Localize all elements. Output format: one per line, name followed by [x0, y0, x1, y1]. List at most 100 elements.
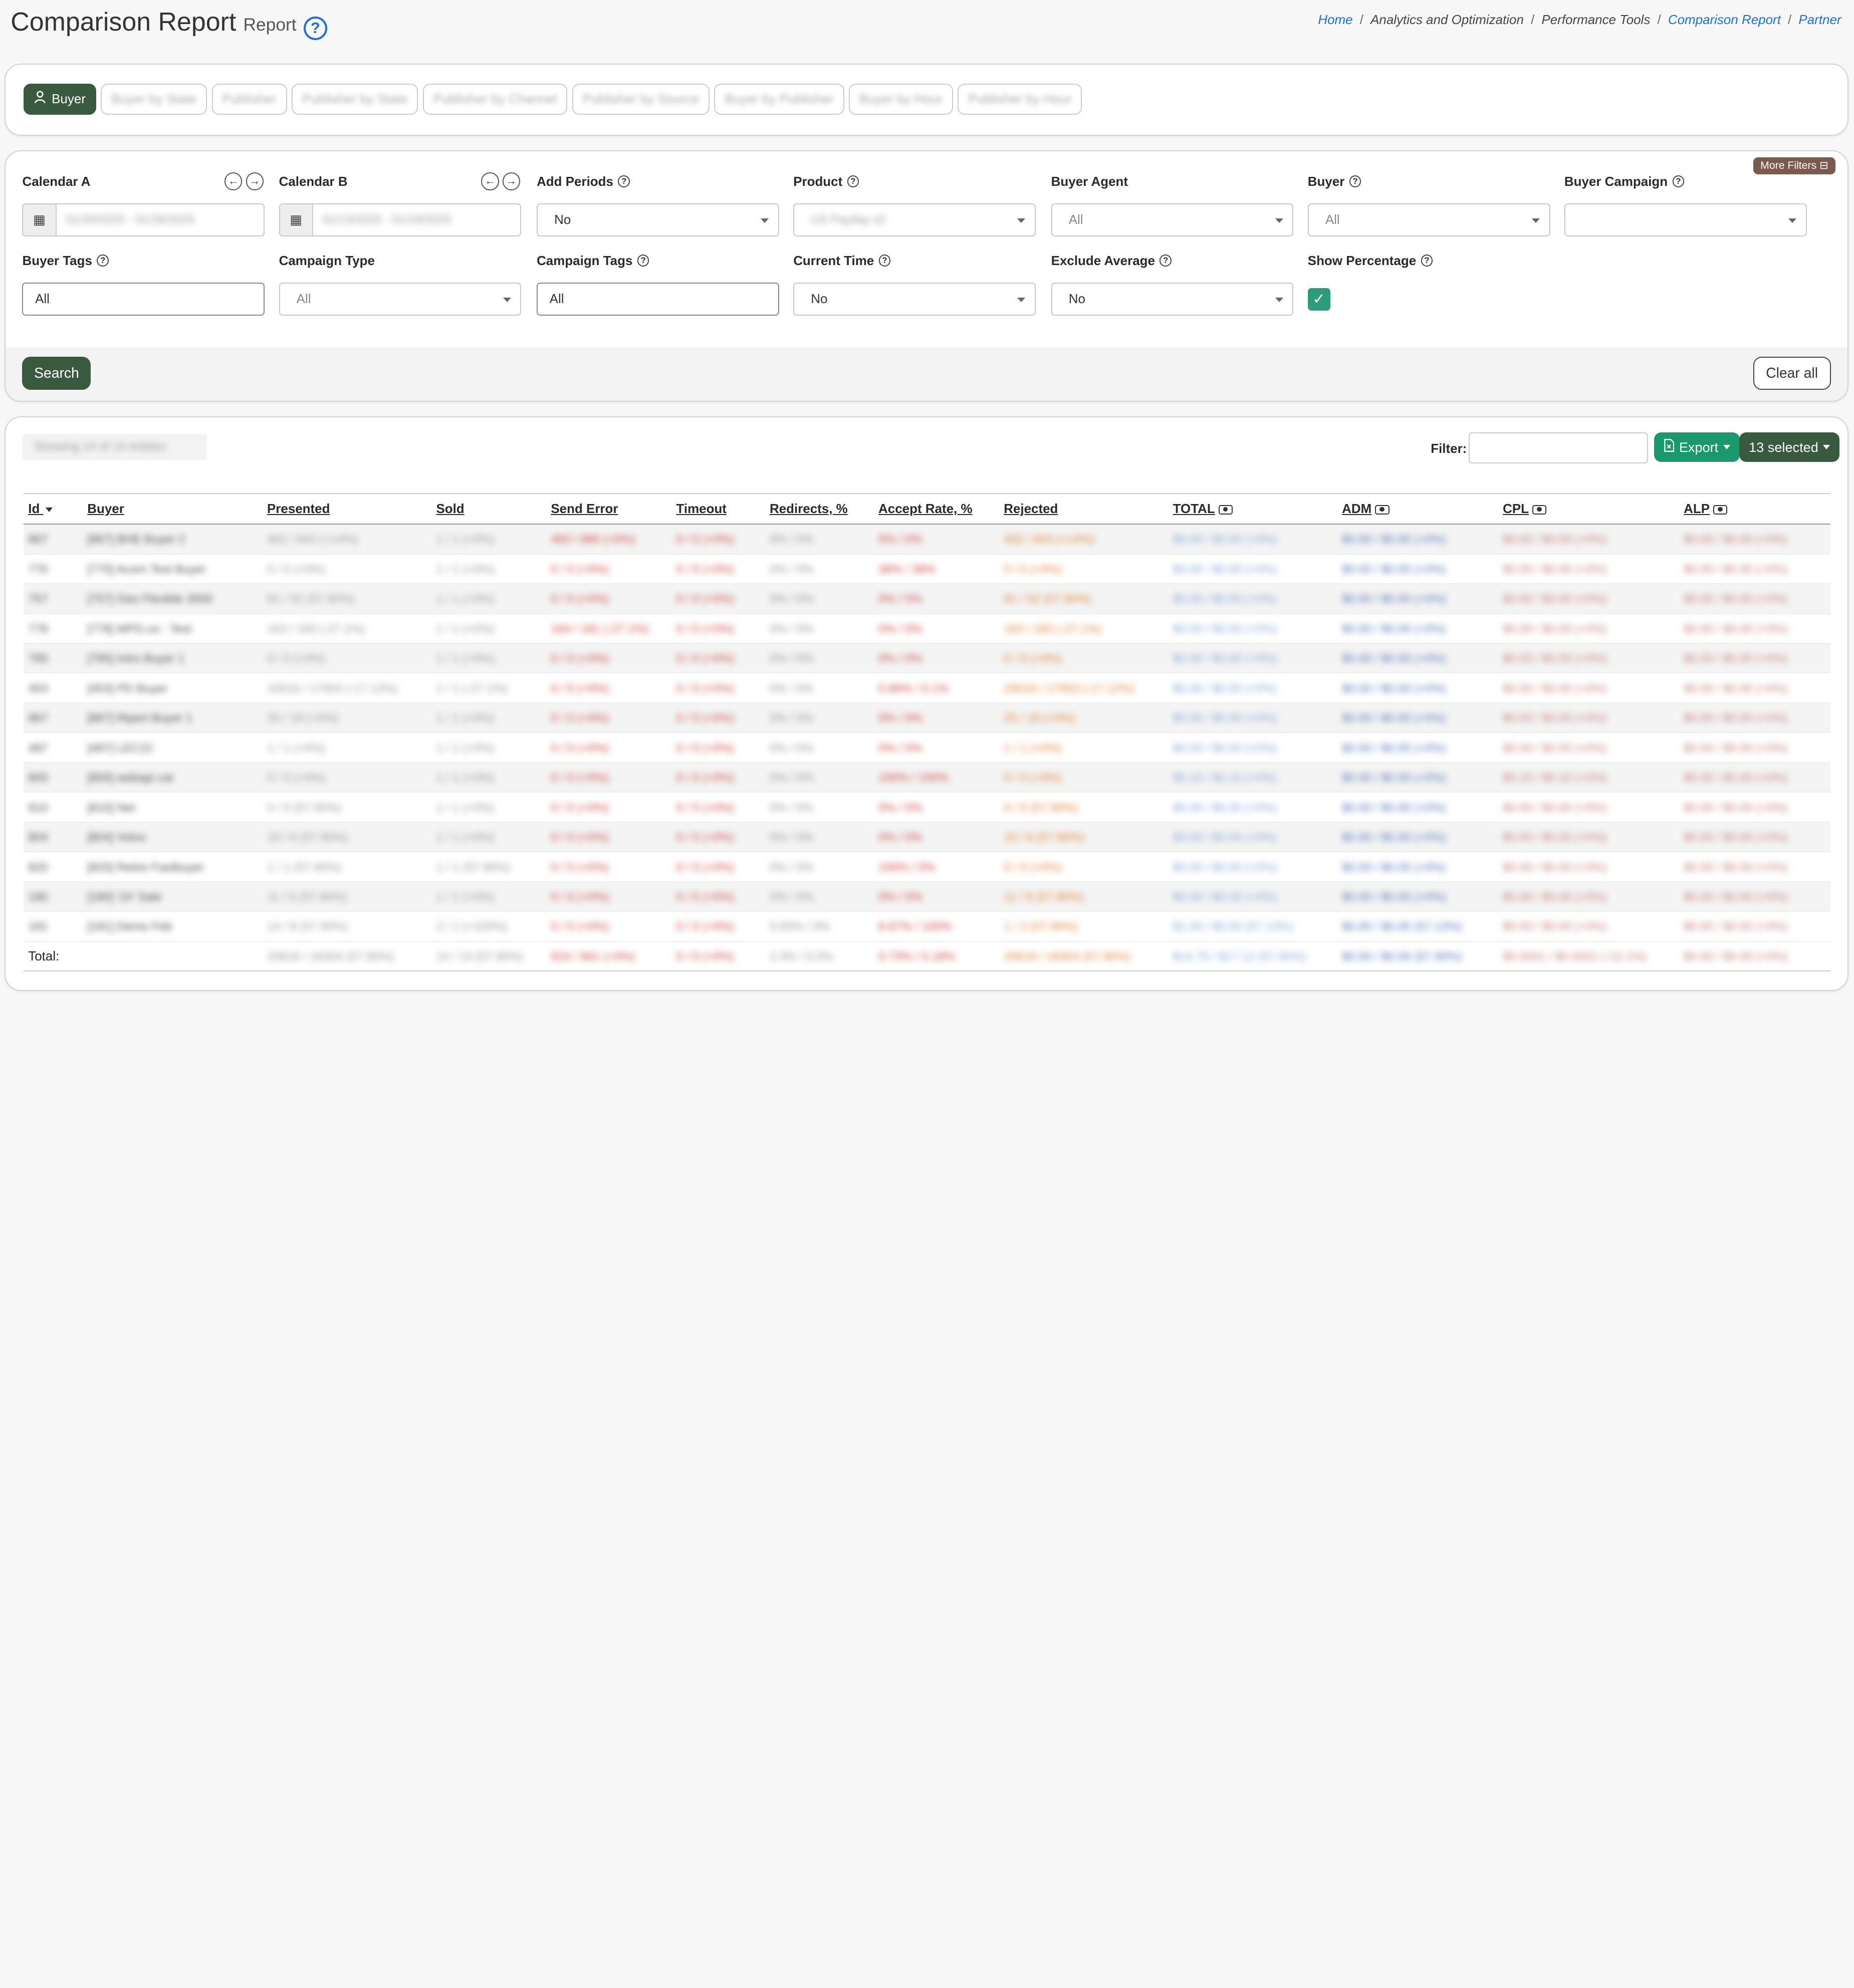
show-percentage-label: Show Percentage?	[1308, 253, 1433, 269]
tab-publisher-by-hour[interactable]: Publisher by Hour	[958, 84, 1082, 115]
tab-publisher[interactable]: Publisher	[211, 84, 287, 115]
column-header-presented[interactable]: Presented	[262, 492, 431, 525]
cell-cpl: $0.00 / $0.00 (+0%)	[1498, 702, 1679, 733]
tab-buyer[interactable]: Buyer	[23, 84, 96, 115]
column-header-id[interactable]: Id	[23, 492, 83, 525]
table-row[interactable]: 785 [785] Intro Buyer 1 0 / 0 (+0%) 1 / 1 (…	[23, 643, 1830, 674]
cell-redirects: 0% / 0%	[765, 792, 874, 823]
buyer-select[interactable]: All	[1307, 203, 1550, 236]
select-value: No	[554, 212, 571, 227]
arrow-right-icon[interactable]: →	[502, 172, 521, 190]
cell-value: 0% / 0%	[878, 831, 922, 844]
calendar-a-arrows: ← →	[224, 172, 264, 190]
table-row[interactable]: 181 [181] Demo Feb 14 / 8 (57.90%) 2 / 1 (+…	[23, 911, 1830, 942]
cell-value: $0.00 / $0.00 (+0%)	[1342, 681, 1446, 695]
total-value: $0.00 / $0.00 (57.90%)	[1342, 949, 1463, 963]
cell-value[interactable]: [820] Retire Fastbuyer	[87, 861, 204, 874]
cell-buyer: [770] Acorn Test Buyer	[82, 554, 263, 585]
show-percentage-checkbox[interactable]: ✓	[1307, 288, 1330, 311]
table-row[interactable]: 820 [820] Retire Fastbuyer 1 / 1 (57.90%) 1…	[23, 852, 1830, 882]
cell-value[interactable]: [800] webapi cat	[87, 771, 173, 784]
cell-value[interactable]: [453] PD Buyer	[87, 682, 167, 695]
table-row[interactable]: 180 [180] '24' Sale 11 / 9 (57.90%) 1 / 1 (…	[23, 881, 1830, 912]
calendar-a-input[interactable]: ▦ 01/20/2025 - 01/26/2025	[22, 203, 265, 236]
tab-publisher-by-source[interactable]: Publisher by Source	[572, 84, 710, 115]
cell-value[interactable]: [867] Ripert Buyer 1	[87, 711, 192, 724]
cell-rejected: 0 / 0 (+0%)	[999, 762, 1169, 793]
arrow-right-icon[interactable]: →	[246, 172, 264, 190]
cell-value: 487	[28, 741, 48, 755]
column-header-total[interactable]: TOTAL	[1168, 492, 1337, 525]
column-header-sold[interactable]: Sold	[431, 492, 546, 525]
tab-publisher-by-state[interactable]: Publisher by State	[292, 84, 418, 115]
buyer-agent-select[interactable]: All	[1051, 203, 1294, 236]
cell-value: 0 / 0 (+0%)	[551, 681, 609, 695]
cell-value: $0.00 / $0.00 (+0%)	[1684, 741, 1788, 755]
table-row[interactable]: 804 [804] Volvo 10 / 6 (57.90%) 1 / 1 (+0%)…	[23, 822, 1830, 853]
cell-buyer: [804] Volvo	[82, 822, 263, 853]
cell-value[interactable]: [810] Net	[87, 801, 135, 814]
column-header-send-error[interactable]: Send Error	[546, 492, 672, 525]
more-filters-button[interactable]: More Filters ⊟	[1753, 157, 1836, 174]
clear-all-button[interactable]: Clear all	[1753, 357, 1831, 390]
campaign-tags-input[interactable]: All	[537, 282, 779, 316]
table-filter-input[interactable]	[1468, 432, 1649, 463]
breadcrumb-home[interactable]: Home	[1318, 12, 1352, 28]
cell-value: $0.00 / $0.00 (+0%)	[1684, 711, 1788, 725]
add-periods-select[interactable]: No	[537, 203, 779, 236]
cell-timeout: 0 / 0 (+0%)	[671, 732, 765, 763]
column-header-adm[interactable]: ADM	[1337, 492, 1498, 525]
cell-value: 0% / 0%	[769, 533, 814, 546]
columns-select-button[interactable]: 13 selected	[1739, 432, 1840, 462]
table-row[interactable]: 453 [453] PD Buyer 20016 / 17003 (-17.12%)…	[23, 673, 1830, 703]
cell-value: 1 / 1 (+0%)	[436, 741, 495, 755]
cell-value[interactable]: [867] BHE Buyer 2	[87, 533, 185, 546]
cell-id: 453	[23, 673, 83, 703]
cell-value[interactable]: [804] Volvo	[87, 831, 146, 844]
cell-value[interactable]: [778] MPG.co - Test	[87, 622, 191, 635]
product-select[interactable]: US Payday v2	[793, 203, 1036, 236]
table-row[interactable]: 487 [487] LEC22 1 / 1 (+0%) 1 / 1 (+0%) 0 / …	[23, 732, 1830, 763]
tab-buyer-by-hour[interactable]: Buyer by Hour	[849, 84, 953, 115]
table-row[interactable]: 778 [778] MPG.co - Test 163 / 183 (-27.1%)…	[23, 613, 1830, 644]
buyer-campaign-select[interactable]	[1564, 203, 1807, 236]
calendar-b-input[interactable]: ▦ 01/13/2025 - 01/19/2025	[279, 203, 522, 236]
column-header-rejected[interactable]: Rejected	[999, 492, 1169, 525]
label-text: Buyer Campaign	[1564, 173, 1668, 189]
current-time-select[interactable]: No	[793, 282, 1036, 316]
column-header-buyer[interactable]: Buyer	[82, 492, 263, 525]
exclude-average-select[interactable]: No	[1051, 282, 1294, 316]
breadcrumb-partner[interactable]: Partner	[1798, 12, 1841, 28]
tab-buyer-by-state[interactable]: Buyer by State	[101, 84, 207, 115]
table-row[interactable]: 867 [867] BHE Buyer 2 462 / 843 (+14%) 1 / …	[23, 524, 1830, 555]
column-header-timeout[interactable]: Timeout	[671, 492, 765, 525]
table-row[interactable]: 800 [800] webapi cat 0 / 0 (+0%) 1 / 1 (+0%…	[23, 762, 1830, 793]
help-icon[interactable]: ?	[303, 16, 327, 40]
table-row[interactable]: 867 [867] Ripert Buyer 1 25 / 18 (+0%) 1 / …	[23, 702, 1830, 733]
table-row[interactable]: 770 [770] Acorn Test Buyer 0 / 0 (+0%) 1 / …	[23, 554, 1830, 585]
cell-value[interactable]: [757] Geo Flexible 3000	[87, 592, 212, 605]
search-button[interactable]: Search	[22, 357, 91, 390]
cell-value[interactable]: [487] LEC22	[87, 741, 153, 755]
cell-value[interactable]: [770] Acorn Test Buyer	[87, 563, 206, 576]
column-header-cpl[interactable]: CPL	[1498, 492, 1679, 525]
table-row[interactable]: 757 [757] Geo Flexible 3000 81 / 52 (57.90…	[23, 584, 1830, 614]
cell-value: 11 / 9 (57.90%)	[267, 890, 347, 903]
buyer-tags-input[interactable]: All	[22, 282, 265, 316]
column-header-redirects[interactable]: Redirects, %	[765, 492, 874, 525]
breadcrumb-comparison-report[interactable]: Comparison Report	[1668, 12, 1781, 28]
campaign-type-select[interactable]: All	[279, 282, 522, 316]
tab-buyer-by-publisher[interactable]: Buyer by Publisher	[714, 84, 844, 115]
cell-value[interactable]: [785] Intro Buyer 1	[87, 652, 184, 665]
cell-value: $0.00 / $0.00 (+0%)	[1342, 860, 1446, 874]
cell-value[interactable]: [180] '24' Sale	[87, 890, 161, 903]
export-button[interactable]: Export	[1654, 432, 1740, 462]
arrow-left-icon[interactable]: ←	[481, 172, 499, 190]
arrow-left-icon[interactable]: ←	[224, 172, 243, 190]
cell-value[interactable]: [181] Demo Feb	[87, 920, 172, 933]
column-header-accept-rate[interactable]: Accept Rate, %	[873, 492, 999, 525]
column-header-alp[interactable]: ALP	[1679, 492, 1830, 525]
tab-publisher-by-channel[interactable]: Publisher by Channel	[422, 84, 568, 115]
cell-value: $0.00 / $0.00 (+0%)	[1503, 562, 1607, 576]
table-row[interactable]: 810 [810] Net 0 / 0 (57.90%) 1 / 1 (+0%) 0 /…	[23, 792, 1830, 823]
